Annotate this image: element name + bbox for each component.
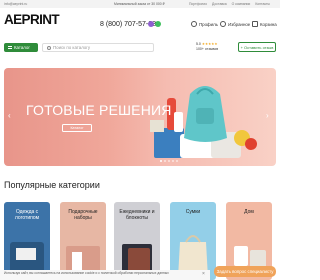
rating-stars: ★★★★★ — [201, 42, 218, 46]
category-card-clothing[interactable]: Одежда с логотипом — [4, 202, 50, 280]
banner-next-arrow[interactable]: › — [266, 112, 269, 120]
category-image — [10, 242, 44, 278]
banner-dot[interactable] — [172, 160, 174, 162]
banner-dot[interactable] — [160, 160, 162, 162]
rating-reviews: 100+ отзывов — [196, 46, 219, 51]
banner-dot[interactable] — [176, 160, 178, 162]
menu-icon — [8, 46, 12, 49]
category-card-gift-sets[interactable]: Подарочные наборы — [60, 202, 106, 280]
heart-icon — [220, 21, 226, 27]
cart-label: Корзина — [260, 21, 277, 27]
category-label: Дом — [244, 209, 254, 215]
top-links: Портфолио Доставка О компании Контакты — [189, 2, 270, 6]
banner-pagination — [160, 160, 178, 162]
hero-banner[interactable]: ГОТОВЫЕ РЕШЕНИЯ Каталог — [4, 68, 276, 166]
top-link-delivery[interactable]: Доставка — [212, 2, 227, 6]
category-label: Ежедневники и блокноты — [119, 209, 155, 221]
site-logo[interactable]: AEPRINT — [4, 13, 60, 27]
top-link-contacts[interactable]: Контакты — [255, 2, 270, 6]
viber-icon[interactable] — [148, 21, 154, 27]
category-card-notebooks[interactable]: Ежедневники и блокноты — [114, 202, 160, 280]
banner-prev-arrow[interactable]: ‹ — [8, 112, 11, 120]
cart-icon — [252, 21, 258, 27]
search-icon — [47, 45, 51, 50]
email-link[interactable]: info@aeprint.ru — [4, 2, 27, 6]
search-placeholder: Поиск по каталогу — [53, 45, 91, 50]
favorites-link[interactable]: Избранное — [220, 21, 250, 27]
close-icon[interactable]: × — [202, 271, 205, 277]
catalog-button-label: Каталог — [14, 45, 30, 50]
category-label: Сумки — [185, 209, 201, 215]
banner-dot[interactable] — [168, 160, 170, 162]
category-label: Подарочные наборы — [68, 209, 98, 221]
user-icon — [191, 21, 197, 27]
profile-link[interactable]: Профиль — [191, 21, 218, 27]
whatsapp-icon[interactable] — [155, 21, 161, 27]
banner-dot[interactable] — [164, 160, 166, 162]
cookie-notice: Используя сайт, вы соглашаетесь на испол… — [0, 270, 210, 280]
catalog-button[interactable]: Каталог — [4, 43, 38, 52]
ask-specialist-button[interactable]: Задать вопрос специалисту — [214, 266, 276, 277]
section-title: Популярные категории — [4, 180, 100, 190]
favorites-label: Избранное — [228, 21, 251, 27]
top-link-about[interactable]: О компании — [232, 2, 251, 6]
top-bar: info@aeprint.ru Минимальный заказ от 30 … — [0, 0, 280, 8]
banner-title: ГОТОВЫЕ РЕШЕНИЯ — [26, 102, 172, 118]
leave-review-button[interactable]: + Оставить отзыв — [238, 42, 276, 52]
cart-link[interactable]: Корзина — [252, 21, 277, 27]
profile-label: Профиль — [199, 21, 218, 27]
top-link-portfolio[interactable]: Портфолио — [189, 2, 207, 6]
min-order-note: Минимальный заказ от 30 000 ₽ — [114, 2, 165, 6]
banner-button[interactable]: Каталог — [62, 124, 92, 132]
category-card-bags[interactable]: Сумки — [170, 202, 216, 280]
rating-score: 5.0 — [196, 42, 201, 46]
search-input[interactable]: Поиск по каталогу — [42, 43, 154, 52]
rating-widget[interactable]: 5.0 ★★★★★ 100+ отзывов — [196, 42, 218, 51]
